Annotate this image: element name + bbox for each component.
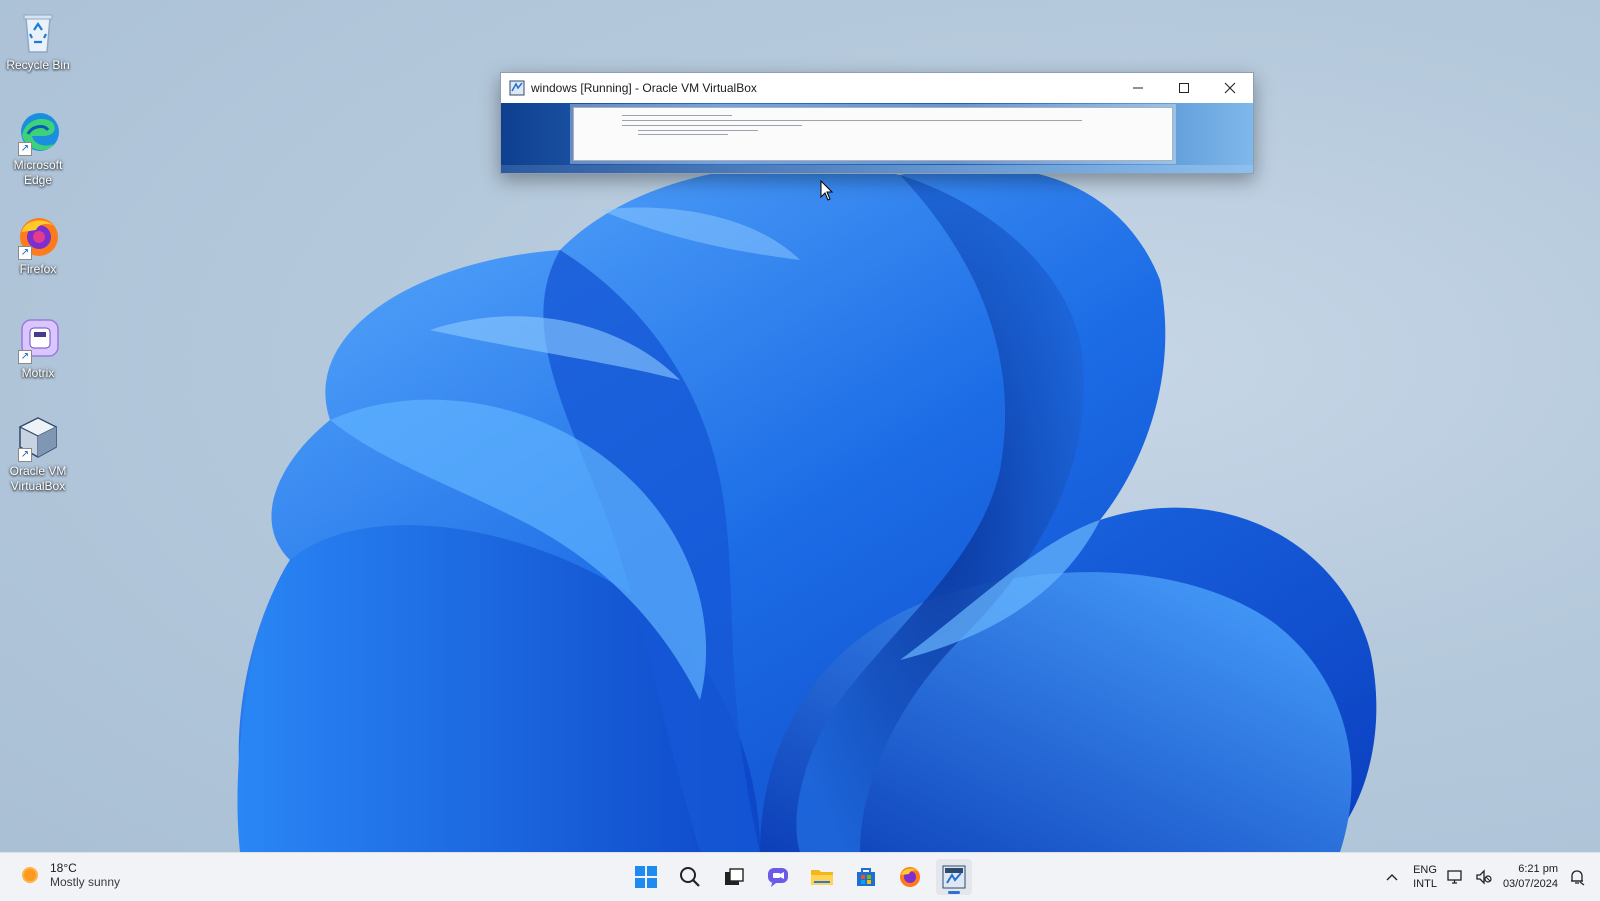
search-button[interactable] <box>672 859 708 895</box>
network-icon[interactable] <box>1447 869 1465 885</box>
desktop-icon-label: Oracle VM VirtualBox <box>9 464 67 493</box>
taskbar-apps <box>628 859 972 895</box>
desktop-icon-label: Firefox <box>19 262 57 276</box>
file-explorer-button[interactable] <box>804 859 840 895</box>
window-title: windows [Running] - Oracle VM VirtualBox <box>531 81 757 95</box>
firefox-icon: ↗ <box>14 212 62 260</box>
taskbar: 18°C Mostly sunny ENG INTL 6:21 pm 03/07… <box>0 852 1600 901</box>
notification-bell-icon[interactable] <box>1568 868 1586 886</box>
weather-condition: Mostly sunny <box>50 875 121 889</box>
mouse-cursor-icon <box>820 180 834 201</box>
show-hidden-icons-button[interactable] <box>1381 859 1403 895</box>
virtualbox-window[interactable]: windows [Running] - Oracle VM VirtualBox <box>500 72 1254 174</box>
virtualbox-icon: ↗ <box>14 414 62 462</box>
desktop-icon-recycle-bin[interactable]: Recycle Bin <box>4 8 72 73</box>
chat-button[interactable] <box>760 859 796 895</box>
shortcut-arrow-icon: ↗ <box>18 142 32 156</box>
close-icon <box>1224 82 1236 94</box>
keyboard-layout: INTL <box>1413 878 1437 890</box>
minimize-icon <box>1133 87 1143 89</box>
search-icon <box>680 867 700 887</box>
window-titlebar[interactable]: windows [Running] - Oracle VM VirtualBox <box>501 73 1253 103</box>
virtualbox-icon <box>509 80 525 96</box>
desktop-icon-label: Recycle Bin <box>6 58 70 72</box>
edge-icon: ↗ <box>14 108 62 156</box>
minimize-button[interactable] <box>1115 73 1161 103</box>
sun-icon <box>22 867 38 883</box>
clock-time: 6:21 pm <box>1518 863 1558 875</box>
maximize-button[interactable] <box>1161 73 1207 103</box>
close-button[interactable] <box>1207 73 1253 103</box>
guest-taskbar <box>501 165 1253 173</box>
virtualbox-icon <box>942 865 966 889</box>
weather-temperature: 18°C <box>50 861 77 875</box>
input-language[interactable]: ENG INTL <box>1413 863 1437 891</box>
motrix-icon: ↗ <box>14 316 62 364</box>
maximize-icon <box>1179 83 1189 93</box>
firefox-icon <box>900 867 920 887</box>
shortcut-arrow-icon: ↗ <box>18 448 32 462</box>
weather-widget[interactable]: 18°C Mostly sunny <box>18 861 120 889</box>
shortcut-arrow-icon: ↗ <box>18 350 32 364</box>
shortcut-arrow-icon: ↗ <box>18 246 32 260</box>
task-view-button[interactable] <box>716 859 752 895</box>
desktop-icon-motrix[interactable]: ↗ Motrix <box>4 316 72 381</box>
vm-display[interactable] <box>501 103 1253 173</box>
task-view-icon <box>725 868 744 885</box>
virtualbox-taskbar-button[interactable] <box>936 859 972 895</box>
clock[interactable]: 6:21 pm 03/07/2024 <box>1503 862 1558 892</box>
chevron-up-icon <box>1386 874 1398 881</box>
guest-window-preview <box>573 107 1173 161</box>
desktop-icon-microsoft-edge[interactable]: ↗ Microsoft Edge <box>4 108 72 188</box>
desktop-icon-label: Motrix <box>21 366 55 380</box>
clock-date: 03/07/2024 <box>1502 878 1558 890</box>
volume-muted-icon[interactable] <box>1475 869 1493 885</box>
start-button[interactable] <box>628 859 664 895</box>
chat-icon <box>768 868 788 887</box>
desktop-icon-oracle-vm-virtualbox[interactable]: ↗ Oracle VM VirtualBox <box>4 414 72 494</box>
system-tray: ENG INTL 6:21 pm 03/07/2024 <box>1381 859 1586 895</box>
start-icon <box>635 866 657 888</box>
firefox-taskbar-button[interactable] <box>892 859 928 895</box>
recycle-bin-icon <box>14 8 62 56</box>
store-button[interactable] <box>848 859 884 895</box>
desktop-icon-firefox[interactable]: ↗ Firefox <box>4 212 72 277</box>
language-code: ENG <box>1413 864 1437 876</box>
desktop-icon-label: Microsoft Edge <box>13 158 63 187</box>
file-explorer-icon <box>811 870 833 885</box>
store-icon <box>857 868 875 886</box>
